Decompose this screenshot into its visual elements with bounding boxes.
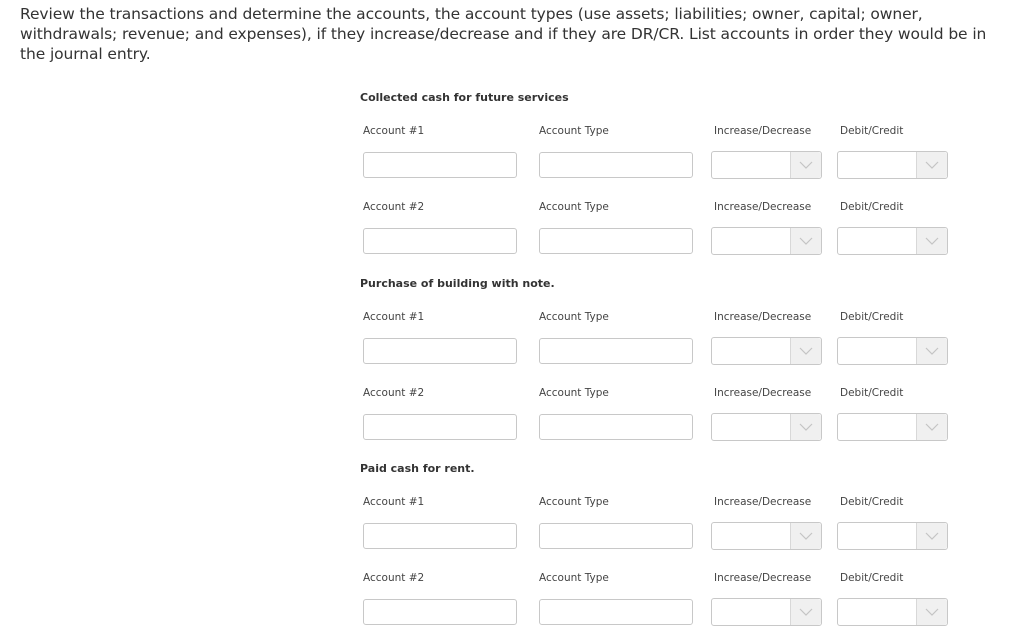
account-label: Account #1: [363, 125, 425, 137]
increase-decrease-label: Increase/Decrease: [714, 201, 812, 213]
account-type-input[interactable]: [539, 228, 693, 254]
chevron-down-icon: [925, 608, 939, 616]
selected-value: [712, 523, 791, 549]
increase-decrease-select[interactable]: [711, 413, 822, 441]
dropdown-toggle[interactable]: [916, 414, 947, 440]
account-label: Account #2: [363, 201, 425, 213]
selected-value: [712, 599, 791, 625]
dropdown-toggle[interactable]: [790, 599, 821, 625]
dropdown-toggle[interactable]: [916, 599, 947, 625]
account-name-input[interactable]: [363, 523, 517, 549]
account-type-input[interactable]: [539, 338, 693, 364]
chevron-down-icon: [925, 532, 939, 540]
account-type-label: Account Type: [539, 311, 609, 323]
debit-credit-select[interactable]: [837, 522, 948, 550]
dropdown-toggle[interactable]: [790, 414, 821, 440]
increase-decrease-select[interactable]: [711, 337, 822, 365]
dropdown-toggle[interactable]: [916, 338, 947, 364]
account-type-label: Account Type: [539, 387, 609, 399]
debit-credit-select[interactable]: [837, 151, 948, 179]
debit-credit-label: Debit/Credit: [840, 201, 904, 213]
chevron-down-icon: [799, 161, 813, 169]
account-type-label: Account Type: [539, 572, 609, 584]
selected-value: [712, 338, 791, 364]
account-type-label: Account Type: [539, 201, 609, 213]
instructions-text: Review the transactions and determine th…: [20, 5, 987, 63]
account-type-input[interactable]: [539, 599, 693, 625]
account-name-input[interactable]: [363, 152, 517, 178]
selected-value: [838, 338, 917, 364]
selected-value: [712, 414, 791, 440]
selected-value: [838, 523, 917, 549]
account-label: Account #1: [363, 496, 425, 508]
selected-value: [838, 414, 917, 440]
increase-decrease-label: Increase/Decrease: [714, 572, 812, 584]
chevron-down-icon: [925, 237, 939, 245]
dropdown-toggle[interactable]: [916, 152, 947, 178]
dropdown-toggle[interactable]: [790, 338, 821, 364]
selected-value: [838, 228, 917, 254]
account-name-input[interactable]: [363, 338, 517, 364]
account-label: Account #2: [363, 387, 425, 399]
debit-credit-label: Debit/Credit: [840, 572, 904, 584]
transaction-title: Paid cash for rent.: [360, 462, 475, 475]
debit-credit-select[interactable]: [837, 413, 948, 441]
increase-decrease-select[interactable]: [711, 227, 822, 255]
account-label: Account #1: [363, 311, 425, 323]
account-name-input[interactable]: [363, 414, 517, 440]
chevron-down-icon: [925, 347, 939, 355]
increase-decrease-select[interactable]: [711, 151, 822, 179]
account-type-input[interactable]: [539, 523, 693, 549]
increase-decrease-label: Increase/Decrease: [714, 387, 812, 399]
debit-credit-select[interactable]: [837, 598, 948, 626]
dropdown-toggle[interactable]: [916, 523, 947, 549]
debit-credit-label: Debit/Credit: [840, 496, 904, 508]
chevron-down-icon: [925, 161, 939, 169]
increase-decrease-label: Increase/Decrease: [714, 311, 812, 323]
selected-value: [712, 152, 791, 178]
account-name-input[interactable]: [363, 228, 517, 254]
dropdown-toggle[interactable]: [916, 228, 947, 254]
dropdown-toggle[interactable]: [790, 152, 821, 178]
chevron-down-icon: [799, 423, 813, 431]
increase-decrease-select[interactable]: [711, 522, 822, 550]
account-type-input[interactable]: [539, 414, 693, 440]
chevron-down-icon: [799, 237, 813, 245]
dropdown-toggle[interactable]: [790, 523, 821, 549]
chevron-down-icon: [799, 347, 813, 355]
increase-decrease-label: Increase/Decrease: [714, 125, 812, 137]
chevron-down-icon: [799, 608, 813, 616]
account-type-label: Account Type: [539, 496, 609, 508]
debit-credit-label: Debit/Credit: [840, 387, 904, 399]
selected-value: [712, 228, 791, 254]
account-type-input[interactable]: [539, 152, 693, 178]
account-label: Account #2: [363, 572, 425, 584]
selected-value: [838, 599, 917, 625]
increase-decrease-select[interactable]: [711, 598, 822, 626]
account-type-label: Account Type: [539, 125, 609, 137]
debit-credit-select[interactable]: [837, 337, 948, 365]
account-name-input[interactable]: [363, 599, 517, 625]
chevron-down-icon: [925, 423, 939, 431]
transaction-title: Purchase of building with note.: [360, 277, 555, 290]
debit-credit-label: Debit/Credit: [840, 311, 904, 323]
dropdown-toggle[interactable]: [790, 228, 821, 254]
transaction-title: Collected cash for future services: [360, 91, 569, 104]
chevron-down-icon: [799, 532, 813, 540]
selected-value: [838, 152, 917, 178]
debit-credit-select[interactable]: [837, 227, 948, 255]
increase-decrease-label: Increase/Decrease: [714, 496, 812, 508]
debit-credit-label: Debit/Credit: [840, 125, 904, 137]
